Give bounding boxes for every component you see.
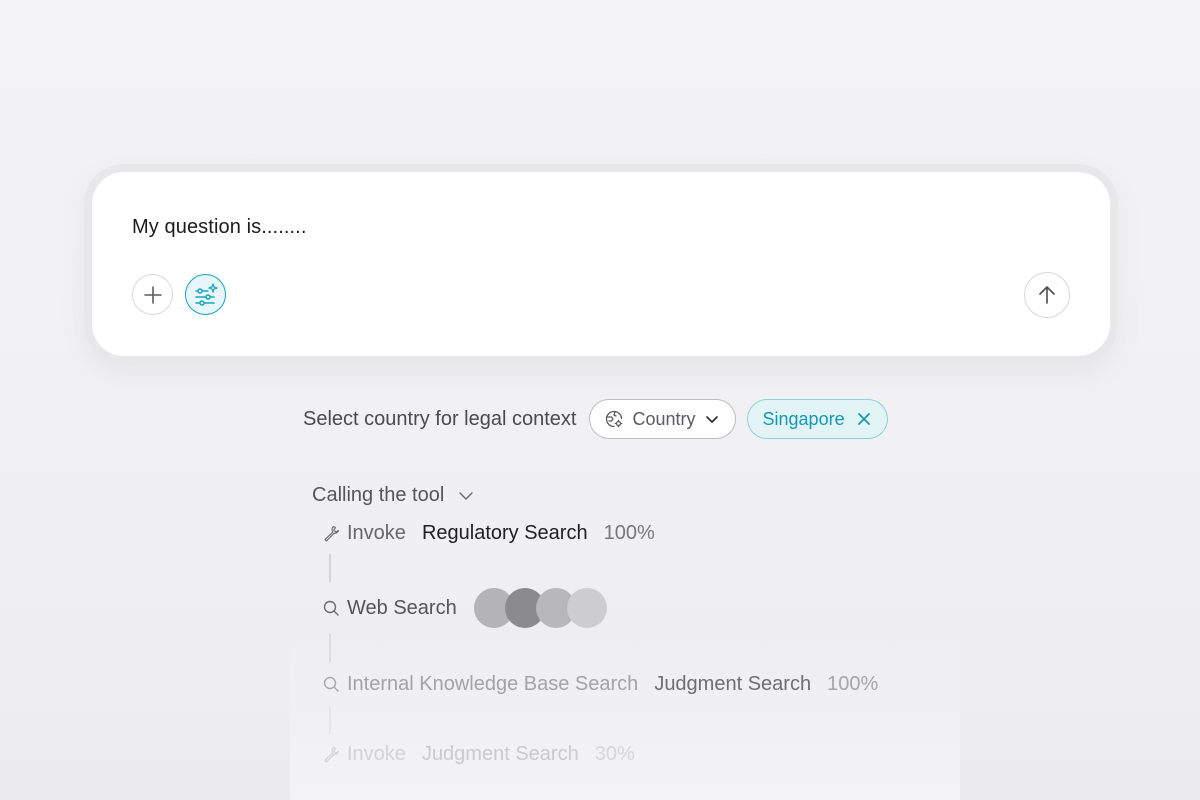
tool-step-action: Invoke — [347, 742, 406, 765]
selected-country-chip: Singapore — [746, 399, 888, 439]
tool-step-progress: 100% — [603, 521, 655, 544]
wrench-icon — [322, 524, 340, 542]
add-attachment-button[interactable] — [132, 274, 173, 315]
remove-country-button[interactable] — [857, 412, 871, 426]
sliders-sparkle-icon — [194, 282, 218, 306]
loading-indicator — [473, 588, 607, 628]
tool-step-target: Regulatory Search — [421, 521, 588, 544]
step-connector — [329, 706, 331, 734]
country-filter-row: Select country for legal context Country… — [303, 398, 888, 440]
tool-step: Invoke Regulatory Search 100% — [322, 518, 655, 548]
loading-dot — [566, 588, 607, 628]
search-icon — [322, 675, 340, 693]
step-connector — [329, 554, 331, 582]
tool-step-progress: 30% — [594, 742, 635, 765]
tool-step-progress: 100% — [827, 672, 879, 695]
country-filter-label: Select country for legal context — [303, 407, 577, 430]
plus-icon — [143, 285, 162, 304]
question-input[interactable]: My question is........ — [132, 216, 307, 239]
country-dropdown[interactable]: Country — [589, 399, 736, 439]
tool-calls-header: Calling the tool — [312, 484, 445, 506]
tool-step: Web Search — [322, 588, 607, 628]
globe-gear-icon — [606, 410, 623, 428]
selected-country-label: Singapore — [762, 408, 845, 429]
send-button[interactable] — [1024, 272, 1070, 318]
step-connector — [329, 634, 331, 662]
tool-step-action: Invoke — [347, 521, 406, 544]
search-icon — [322, 599, 340, 617]
chevron-down-icon — [459, 491, 474, 500]
tools-button[interactable] — [185, 274, 226, 315]
tool-calls-toggle[interactable]: Calling the tool — [312, 484, 474, 507]
chevron-down-icon — [705, 416, 718, 423]
background-glow — [290, 630, 960, 800]
tool-step-action: Web Search — [347, 596, 457, 619]
arrow-up-icon — [1039, 286, 1055, 304]
tool-step-action: Internal Knowledge Base Search — [347, 672, 639, 695]
tool-step: Internal Knowledge Base Search Judgment … — [322, 669, 878, 699]
country-dropdown-placeholder: Country — [632, 408, 696, 429]
close-icon — [857, 413, 870, 425]
tool-step-target: Judgment Search — [421, 742, 579, 765]
tool-step-target: Judgment Search — [654, 672, 812, 695]
wrench-icon — [322, 745, 340, 763]
chat-composer: My question is........ — [92, 172, 1110, 356]
tool-step: Invoke Judgment Search 30% — [322, 739, 635, 769]
